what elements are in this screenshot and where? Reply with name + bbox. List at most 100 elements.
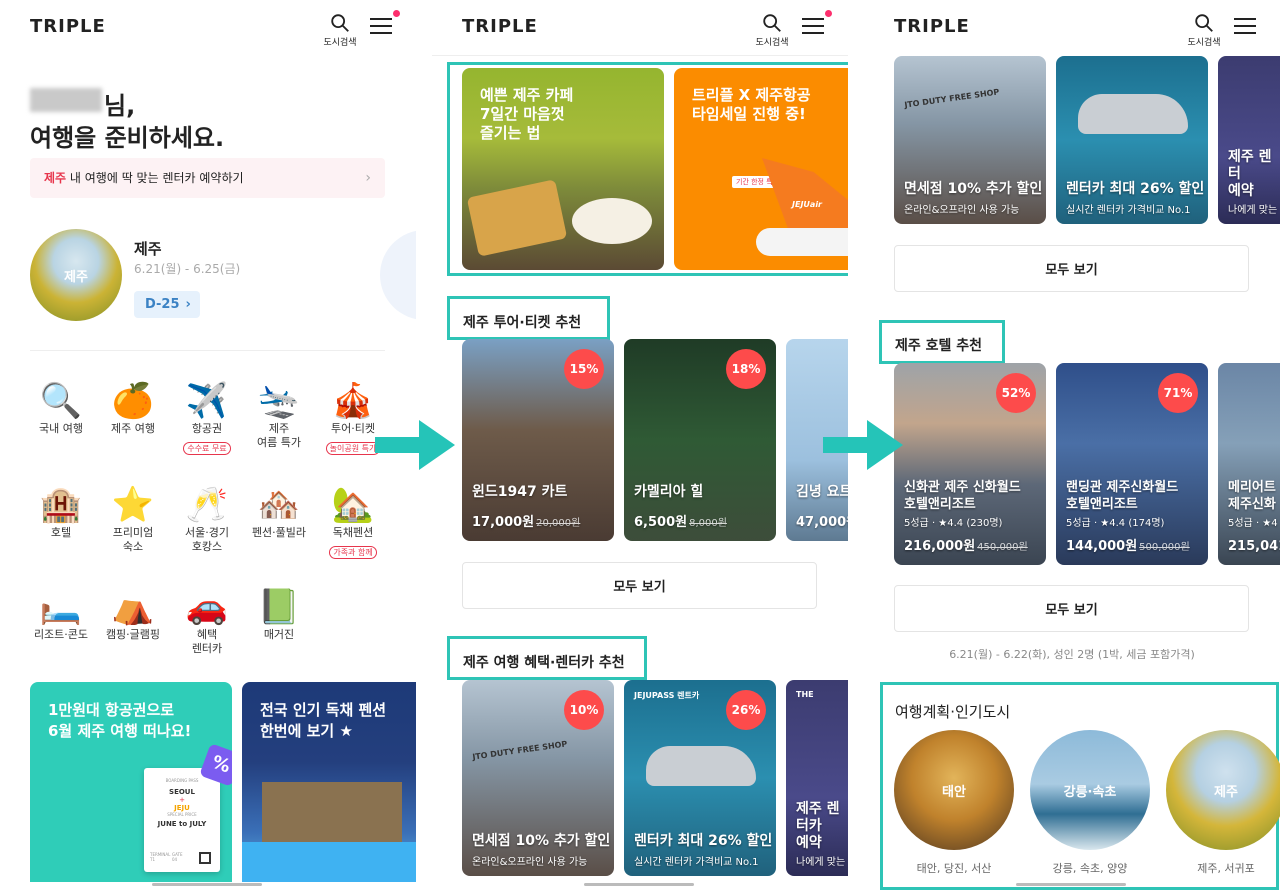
city-search-button[interactable]: 도시검색 [1184, 12, 1224, 48]
category-label: 독채펜션 [332, 526, 374, 539]
search-label: 도시검색 [755, 38, 789, 48]
trip-city-image[interactable]: 제주 [30, 229, 122, 321]
see-all-benefits-button[interactable]: 모두 보기 [894, 245, 1249, 292]
benefit-name: 제주 렌터 예약 [1228, 149, 1272, 199]
discount-badge: 71% [1158, 373, 1198, 413]
category-item[interactable]: 🔍 국내 여행 [26, 380, 96, 436]
screen-scroll-2: TRIPLE 도시검색 모두 보기 제주 호텔 추천 모두 보기 6.21(월)… [864, 0, 1280, 892]
trip-dates: 6.21(월) - 6.25(금) [134, 262, 241, 276]
dday-button[interactable]: D-25 › [134, 291, 200, 318]
top-bar: TRIPLE 도시검색 [864, 0, 1280, 56]
category-icon: 🔍 [39, 381, 83, 421]
hotel-price: 215,041원 [1228, 535, 1280, 554]
ticket-illustration: BOARDING PASS SEOUL + JEJU SPECIAL PRICE… [144, 743, 232, 876]
original-price: 450,000원 [977, 542, 1028, 553]
menu-button[interactable] [1234, 18, 1256, 38]
see-all-label: 모두 보기 [1045, 603, 1098, 618]
plus-icon: + [179, 796, 185, 804]
city-circle[interactable]: 제주 [1166, 730, 1280, 850]
benefit-card[interactable]: JEJUPASS 렌트카 26% 렌터카 최대 26% 할인 실시간 렌터카 가격비교… [624, 680, 776, 876]
city-name: 강릉·속초 [1063, 784, 1117, 800]
city-caption: 태안, 당진, 서산 [916, 862, 992, 875]
discount-badge: 18% [726, 349, 766, 389]
price-value: 17,000원 [472, 515, 535, 530]
category-label: 호텔 [50, 526, 72, 539]
city-circle[interactable]: 강릉·속초 [1030, 730, 1150, 850]
benefit-card[interactable]: JTO DUTY FREE SHOP 10% 면세점 10% 추가 할인 온라인&오프… [462, 680, 614, 876]
hotel-card[interactable]: 71% 랜딩관 제주신화월드 호텔앤리조트 5성급 · ★4.4 (174명) 144… [1056, 363, 1208, 565]
city-search-button[interactable]: 도시검색 [752, 12, 792, 48]
category-item[interactable]: 🚗 혜택 렌터카 [172, 586, 242, 656]
category-label: 혜택 렌터카 [191, 628, 223, 655]
category-item[interactable]: 🛬 제주 여름 특가 [244, 380, 314, 450]
app-logo[interactable]: TRIPLE [894, 16, 970, 37]
hotel-price: 216,000원 450,000원 [904, 535, 1028, 554]
city-search-button[interactable]: 도시검색 [320, 12, 360, 48]
benefit-name: 렌터카 최대 26% 할인 [634, 833, 773, 849]
benefit-card[interactable]: THE 제주 렌터카 예약 나에게 맞는 [786, 680, 848, 876]
rental-text: 내 여행에 딱 맞는 렌터카 예약하기 [66, 171, 244, 185]
original-price: 500,000원 [1139, 542, 1190, 553]
ticket-dates: JUNE to JULY [157, 820, 207, 828]
benefit-name: 면세점 10% 추가 할인 [904, 181, 1043, 197]
brand-label: JTO DUTY FREE SHOP [903, 87, 1000, 110]
benefit-name: 면세점 10% 추가 할인 [472, 833, 611, 849]
category-item[interactable]: 🏡 독채펜션 가족과 함께 [318, 484, 388, 559]
greeting-title: 여행을 준비하세요. [30, 124, 225, 152]
app-logo[interactable]: TRIPLE [30, 16, 106, 37]
tour-price: 47,000원 [796, 511, 848, 530]
category-item[interactable]: 🏘️ 펜션·풀빌라 [244, 484, 314, 540]
category-icon: 📗 [257, 587, 301, 627]
category-item[interactable]: ✈️ 항공권 수수료 무료 [172, 380, 242, 455]
category-tag: 수수료 무료 [183, 442, 231, 455]
category-item[interactable]: 🥂 서울·경기 호캉스 [172, 484, 242, 554]
price-value: 216,000원 [904, 539, 976, 554]
city-circle[interactable]: 태안 [894, 730, 1014, 850]
trip-circle-label: 제주 [64, 269, 88, 285]
benefit-card[interactable]: JTO DUTY FREE SHOP 면세점 10% 추가 할인 온라인&오프라인 … [894, 56, 1046, 224]
category-item[interactable]: ⭐ 프리미엄 숙소 [98, 484, 168, 554]
tour-name: 카멜리아 힐 [634, 484, 704, 500]
hotel-price-note: 6.21(월) - 6.22(화), 성인 2명 (1박, 세금 포함가격) [949, 648, 1195, 661]
category-icon: 🍊 [111, 381, 155, 421]
city-caption: 제주, 서귀포 [1197, 862, 1255, 875]
banner-flight[interactable]: 1만원대 항공권으로 6월 제주 여행 떠나요! BOARDING PASS S… [30, 682, 232, 882]
app-logo[interactable]: TRIPLE [462, 16, 538, 37]
trip-city: 제주 [134, 240, 162, 258]
category-icon: 🥂 [185, 485, 229, 525]
tour-name: 김녕 요트 [796, 484, 848, 500]
car-image [1078, 94, 1188, 134]
menu-button[interactable] [370, 10, 400, 38]
chevron-right-icon: › [365, 170, 371, 186]
see-all-hotels-button[interactable]: 모두 보기 [894, 585, 1249, 632]
category-item[interactable]: 🏨 호텔 [26, 484, 96, 540]
chevron-right-icon: › [185, 297, 191, 312]
see-all-tours-button[interactable]: 모두 보기 [462, 562, 817, 609]
category-item[interactable]: 🍊 제주 여행 [98, 380, 168, 436]
hotel-rating: 5성급 · ★4 [1228, 518, 1278, 529]
benefit-card[interactable]: 렌터카 최대 26% 할인 실시간 렌터카 가격비교 No.1 [1056, 56, 1208, 224]
category-label: 프리미엄 숙소 [112, 526, 154, 553]
tour-card[interactable]: 15% 윈드1947 카트 17,000원 20,000원 [462, 339, 614, 541]
qr-icon [199, 852, 211, 864]
benefit-card[interactable]: 제주 렌터 예약 나에게 맞는 [1218, 56, 1280, 224]
menu-button[interactable] [802, 10, 832, 38]
category-item[interactable]: ⛺ 캠핑·글램핑 [98, 586, 168, 642]
arrow-right-icon [823, 420, 903, 470]
tour-card[interactable]: 18% 카멜리아 힐 6,500원 8,000원 [624, 339, 776, 541]
category-item[interactable]: 📗 매거진 [244, 586, 314, 642]
banner-pension[interactable]: 전국 인기 독채 펜션 한번에 보기 ★ [242, 682, 416, 882]
blurred-username [30, 88, 102, 112]
category-icon: 🛬 [257, 381, 301, 421]
category-label: 제주 여행 [111, 422, 155, 435]
hotel-card[interactable]: 메리어트 제주신화 5성급 · ★4 215,041원 [1218, 363, 1280, 565]
next-trip-card[interactable] [380, 230, 416, 320]
discount-badge: 52% [996, 373, 1036, 413]
rental-banner[interactable]: 제주 내 여행에 딱 맞는 렌터카 예약하기 › [30, 158, 385, 198]
hotel-card[interactable]: 52% 신화관 제주 신화월드 호텔앤리조트 5성급 · ★4.4 (230명) 21… [894, 363, 1046, 565]
city-name: 태안 [942, 784, 966, 800]
menu-icon [802, 18, 824, 20]
benefit-name: 렌터카 최대 26% 할인 [1066, 181, 1205, 197]
category-item[interactable]: 🛏️ 리조트·콘도 [26, 586, 96, 642]
dday-label: D-25 [145, 297, 180, 312]
